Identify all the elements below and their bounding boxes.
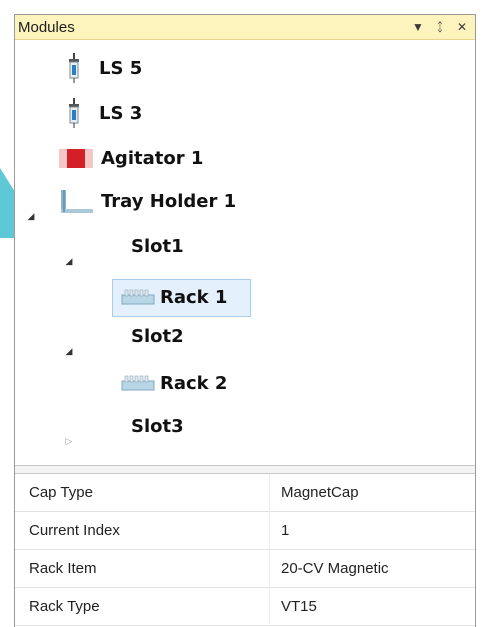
tree-item-tray-holder1[interactable]: Tray Holder 1 bbox=[59, 181, 236, 221]
expand-toggle[interactable]: ◢ bbox=[24, 209, 38, 223]
tree-item-rack1[interactable]: Rack 1 bbox=[121, 277, 227, 317]
property-row[interactable]: Rack Type VT15 bbox=[15, 588, 475, 626]
property-key: Rack Type bbox=[29, 598, 100, 615]
tree-item-slot2[interactable]: Slot2 bbox=[131, 316, 184, 356]
tree-item-label: LS 3 bbox=[99, 102, 143, 124]
tree-item-ls5[interactable]: LS 5 bbox=[63, 48, 142, 88]
expand-toggle[interactable]: ◢ bbox=[62, 344, 76, 358]
property-value[interactable]: VT15 bbox=[281, 588, 317, 626]
expand-toggle[interactable]: ◢ bbox=[62, 254, 76, 268]
property-row[interactable]: Rack Item 20-CV Magnetic bbox=[15, 550, 475, 588]
modules-panel: Modules ▼ ᛨ ✕ LS 5 LS 3 Agitator 1 ◢ Tra… bbox=[14, 14, 476, 627]
pin-icon[interactable]: ᛨ bbox=[431, 17, 449, 37]
column-divider bbox=[269, 588, 270, 626]
tree-item-label: Slot3 bbox=[131, 415, 184, 437]
rack-icon bbox=[121, 375, 155, 391]
tree-item-label: Slot1 bbox=[131, 235, 184, 257]
tree-item-slot3[interactable]: Slot3 bbox=[131, 406, 184, 446]
tree-item-agitator1[interactable]: Agitator 1 bbox=[59, 138, 203, 178]
tree-item-label: Agitator 1 bbox=[101, 147, 204, 169]
tree-item-slot1[interactable]: Slot1 bbox=[131, 226, 184, 266]
tree-item-label: Slot2 bbox=[131, 325, 184, 347]
modules-tree: LS 5 LS 3 Agitator 1 ◢ Tray Holder 1 ◢ S… bbox=[15, 40, 475, 465]
tree-item-label: Tray Holder 1 bbox=[101, 190, 237, 212]
property-key: Cap Type bbox=[29, 484, 93, 501]
properties-grid: Cap Type MagnetCap Current Index 1 Rack … bbox=[15, 474, 475, 626]
syringe-icon bbox=[69, 53, 79, 83]
syringe-icon bbox=[69, 98, 79, 128]
tray-holder-icon bbox=[61, 190, 93, 213]
dropdown-arrow-icon[interactable]: ▼ bbox=[409, 17, 427, 37]
panel-titlebar: Modules ▼ ᛨ ✕ bbox=[15, 15, 475, 40]
property-value[interactable]: MagnetCap bbox=[281, 474, 359, 512]
property-row[interactable]: Cap Type MagnetCap bbox=[15, 474, 475, 512]
tree-item-label: Rack 2 bbox=[160, 372, 228, 394]
column-divider bbox=[269, 474, 270, 512]
column-divider bbox=[269, 550, 270, 588]
property-value[interactable]: 1 bbox=[281, 512, 289, 550]
tree-item-rack2[interactable]: Rack 2 bbox=[121, 363, 227, 403]
tree-item-label: Rack 1 bbox=[160, 286, 228, 308]
expand-toggle[interactable]: ▷ bbox=[62, 434, 76, 448]
panel-splitter[interactable] bbox=[15, 465, 475, 474]
agitator-icon bbox=[59, 149, 93, 168]
property-key: Rack Item bbox=[29, 560, 97, 577]
property-value[interactable]: 20-CV Magnetic bbox=[281, 550, 389, 588]
tree-item-label: LS 5 bbox=[99, 57, 143, 79]
column-divider bbox=[269, 512, 270, 550]
panel-title: Modules bbox=[18, 18, 75, 36]
property-row[interactable]: Current Index 1 bbox=[15, 512, 475, 550]
rack-icon bbox=[121, 289, 155, 305]
property-key: Current Index bbox=[29, 522, 120, 539]
close-icon[interactable]: ✕ bbox=[453, 17, 471, 37]
tree-item-ls3[interactable]: LS 3 bbox=[63, 93, 142, 133]
